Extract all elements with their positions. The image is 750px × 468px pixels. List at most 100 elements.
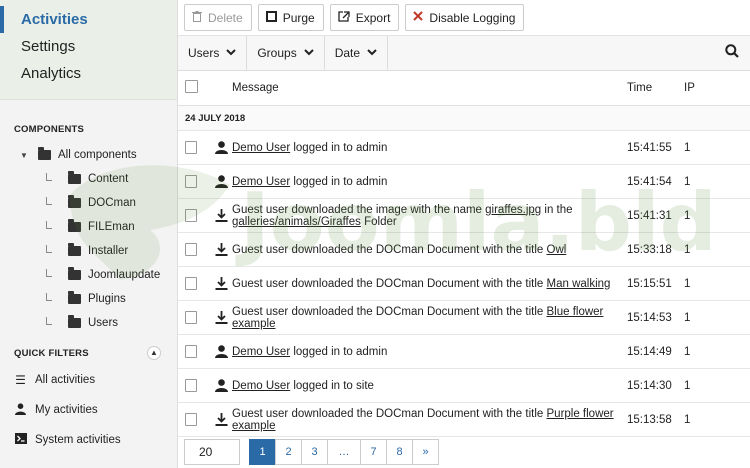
quick-filter-system[interactable]: System activities <box>0 425 177 455</box>
tree-item-installer[interactable]: Installer <box>0 239 177 263</box>
folder-open-icon <box>38 147 51 160</box>
page-link[interactable]: 1 <box>249 438 276 465</box>
select-all-checkbox[interactable] <box>185 80 198 93</box>
message-link[interactable]: galleries/animals/Giraffes <box>232 216 361 228</box>
row-ip: 1 <box>684 311 691 324</box>
search-icon <box>725 43 739 63</box>
nav-settings[interactable]: Settings <box>0 33 177 60</box>
quick-filters-heading: QUICK FILTERS <box>14 347 89 359</box>
message-link[interactable]: Demo User <box>232 176 290 188</box>
row-ip: 1 <box>684 209 691 222</box>
delete-button[interactable]: Delete <box>184 4 252 31</box>
users-filter-dropdown[interactable]: Users <box>178 36 248 70</box>
quick-filter-label: My activities <box>35 404 98 416</box>
tree-item-all-components[interactable]: ▼ All components <box>0 143 177 167</box>
chevron-down-icon <box>367 48 377 58</box>
main-content: Delete Purge Export Disable Logging User… <box>178 0 750 468</box>
user-icon <box>211 141 232 154</box>
limit-select[interactable]: 20 <box>184 438 240 465</box>
row-message: Guest user downloaded the DOCman Documen… <box>232 278 627 290</box>
page-link[interactable]: 7 <box>360 438 387 465</box>
page-links: 1 2 3… 7 8» <box>249 438 439 465</box>
row-ip: 1 <box>684 413 691 426</box>
page-link[interactable]: 8 <box>386 438 413 465</box>
quick-filter-mine[interactable]: My activities <box>0 395 177 425</box>
message-link[interactable]: Demo User <box>232 142 290 154</box>
message-link[interactable]: Demo User <box>232 380 290 392</box>
app-window: Activities Settings Analytics COMPONENTS… <box>0 0 750 468</box>
header-time[interactable]: Time <box>627 82 684 94</box>
table-row: Guest user downloaded the image with the… <box>178 199 750 233</box>
row-checkbox[interactable] <box>185 243 197 256</box>
row-select-cell <box>178 413 232 426</box>
tree-item-content[interactable]: Content <box>0 167 177 191</box>
disable-logging-label: Disable Logging <box>429 10 516 25</box>
message-text: logged in to site <box>290 379 374 392</box>
row-checkbox[interactable] <box>185 379 197 392</box>
select-all-cell <box>178 80 232 96</box>
tree-item-joomlaupdate[interactable]: Joomlaupdate <box>0 263 177 287</box>
groups-filter-dropdown[interactable]: Groups <box>247 36 325 70</box>
row-select-cell <box>178 243 232 256</box>
date-filter-dropdown[interactable]: Date <box>324 36 389 70</box>
nav-analytics[interactable]: Analytics <box>0 60 177 87</box>
download-icon <box>211 243 232 256</box>
tree-item-docman[interactable]: DOCman <box>0 191 177 215</box>
delete-label: Delete <box>208 10 243 25</box>
sidebar: Activities Settings Analytics COMPONENTS… <box>0 0 178 468</box>
message-link[interactable]: Demo User <box>232 346 290 358</box>
row-checkbox[interactable] <box>185 277 197 290</box>
header-ip[interactable]: IP <box>684 82 724 94</box>
purge-icon <box>265 10 277 25</box>
page-link[interactable]: … <box>327 438 361 465</box>
row-ip: 1 <box>684 379 691 392</box>
quick-filters-header: QUICK FILTERS ▲ <box>0 343 177 363</box>
table-row: Guest user downloaded the DOCman Documen… <box>178 233 750 267</box>
export-label: Export <box>355 10 391 25</box>
purge-button[interactable]: Purge <box>257 4 324 31</box>
quick-filter-all[interactable]: ☰ All activities <box>0 365 177 395</box>
message-link[interactable]: giraffes.jpg <box>485 204 541 216</box>
table-header: Message Time IP <box>178 71 750 106</box>
list-icon: ☰ <box>15 373 26 387</box>
tree-item-users[interactable]: Users <box>0 311 177 335</box>
row-ip: 1 <box>684 345 691 358</box>
row-checkbox[interactable] <box>185 141 197 154</box>
page-link[interactable]: 3 <box>301 438 328 465</box>
tree-connector <box>46 197 52 205</box>
row-checkbox[interactable] <box>185 345 197 358</box>
row-checkbox[interactable] <box>185 209 197 222</box>
search-button[interactable] <box>714 36 750 70</box>
folder-icon <box>68 171 81 184</box>
quick-filter-label: System activities <box>35 434 121 446</box>
caret-down-icon[interactable]: ▼ <box>20 151 30 160</box>
tree-item-fileman[interactable]: FILEman <box>0 215 177 239</box>
trash-icon <box>192 10 202 25</box>
chevron-up-icon[interactable]: ▲ <box>147 346 161 360</box>
row-time: 15:33:18 <box>627 243 672 256</box>
nav-activities[interactable]: Activities <box>0 6 177 33</box>
row-message: Guest user downloaded the DOCman Documen… <box>232 408 627 432</box>
message-text: Guest user downloaded the DOCman Documen… <box>232 243 547 256</box>
tree-item-plugins[interactable]: Plugins <box>0 287 177 311</box>
export-button[interactable]: Export <box>329 4 400 31</box>
row-message: Demo User logged in to site <box>232 380 627 392</box>
page-link[interactable]: 2 <box>275 438 302 465</box>
row-ip: 1 <box>684 277 691 290</box>
header-message[interactable]: Message <box>232 82 627 94</box>
table-row: Demo User logged in to site 15:14:30 1 <box>178 369 750 403</box>
message-link[interactable]: Man walking <box>547 278 611 290</box>
sidebar-nav: Activities Settings Analytics <box>0 0 177 100</box>
quick-filter-label: All activities <box>35 374 96 386</box>
table-row: Demo User logged in to admin 15:41:54 1 <box>178 165 750 199</box>
row-checkbox[interactable] <box>185 311 197 324</box>
disable-logging-button[interactable]: Disable Logging <box>405 4 525 31</box>
folder-icon <box>68 315 81 328</box>
purge-label: Purge <box>282 10 315 25</box>
page-link[interactable]: » <box>412 438 439 465</box>
message-text: Folder <box>360 215 397 228</box>
filter-spacer <box>388 36 714 70</box>
message-link[interactable]: Owl <box>547 244 567 256</box>
row-checkbox[interactable] <box>185 413 197 426</box>
row-checkbox[interactable] <box>185 175 197 188</box>
